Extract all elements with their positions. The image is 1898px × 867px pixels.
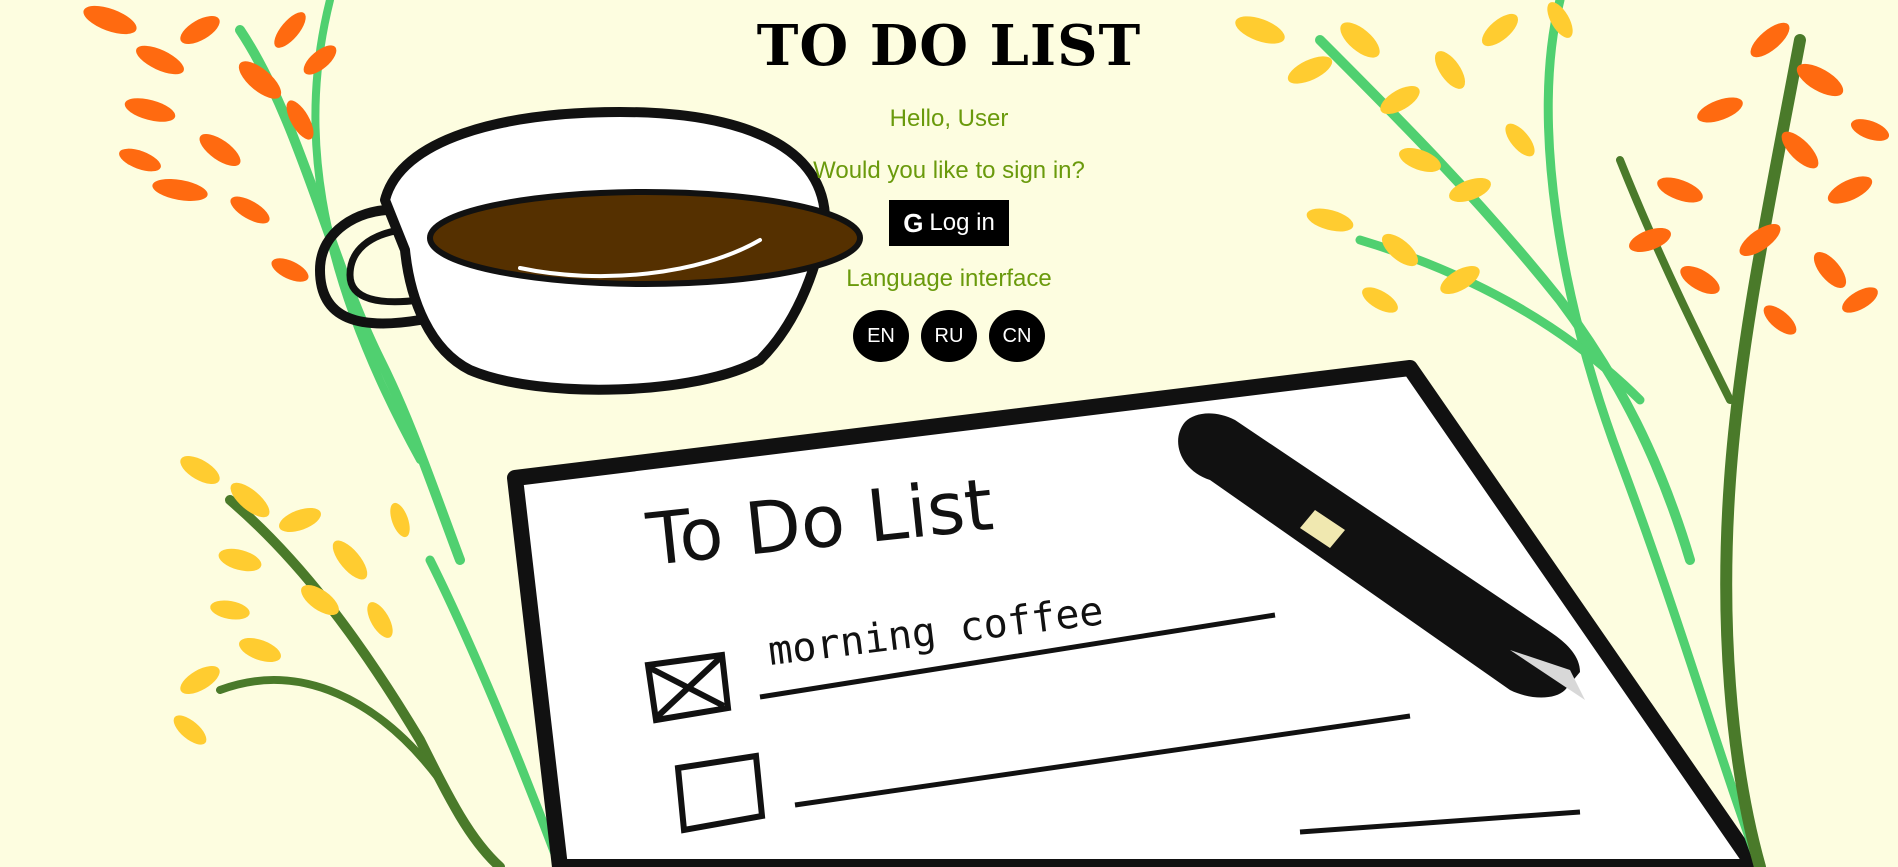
notepad: To Do List morning coffee (507, 360, 1763, 867)
login-button-label: Log in (929, 209, 995, 236)
language-button-cn[interactable]: CN (989, 310, 1045, 362)
google-g-icon: G (903, 207, 924, 238)
language-button-ru[interactable]: RU (921, 310, 977, 362)
left-yellow-flowers (173, 456, 410, 745)
language-switcher: EN RU CN (853, 310, 1045, 362)
login-panel: TO DO LIST Hello, User Would you like to… (0, 0, 1898, 362)
language-label: Language interface (846, 265, 1052, 292)
language-button-en[interactable]: EN (853, 310, 909, 362)
login-button[interactable]: G Log in (889, 200, 1009, 246)
page-title: TO DO LIST (756, 13, 1142, 79)
signin-prompt: Would you like to sign in? (813, 157, 1085, 184)
greeting-text: Hello, User (889, 105, 1009, 132)
